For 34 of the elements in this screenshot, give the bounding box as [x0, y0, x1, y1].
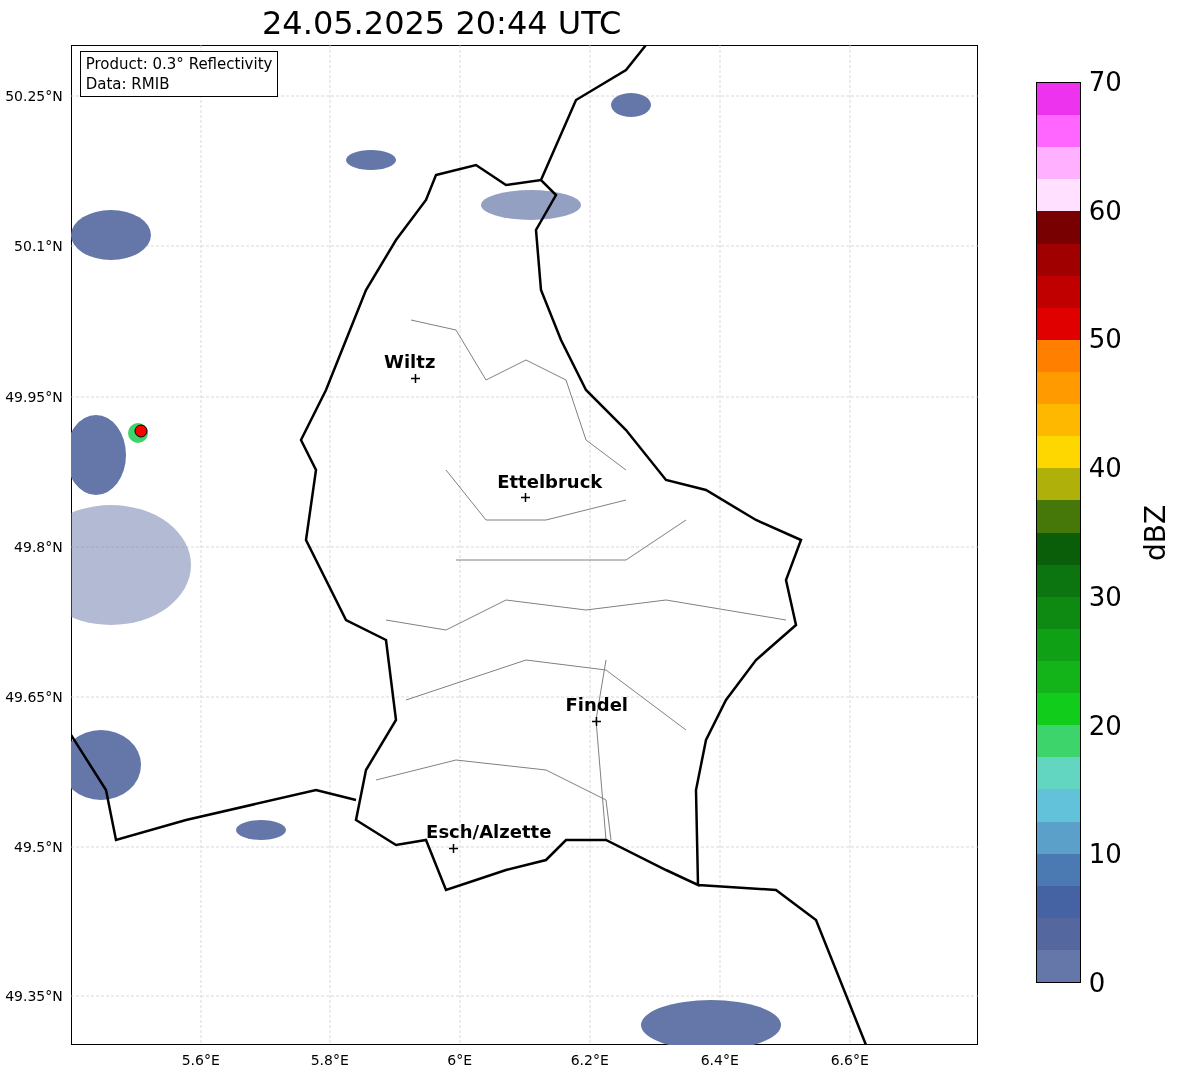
longitude-label: 5.8°E	[310, 1053, 349, 1067]
longitude-label: 6°E	[447, 1053, 473, 1067]
longitude-label: 6.6°E	[830, 1053, 869, 1067]
colorbar-tick-label: 10	[1088, 841, 1122, 868]
colorbar-tick-label: 30	[1088, 583, 1122, 610]
latitude-label: 49.35°N	[5, 989, 63, 1003]
colorbar-tick-label: 60	[1088, 197, 1122, 224]
city-marker-icon	[410, 374, 420, 383]
info-text: Data: RMIB	[85, 74, 171, 94]
city-marker-icon	[591, 717, 601, 726]
latitude-label: 49.65°N	[5, 690, 63, 704]
colorbar-tick-label: 50	[1088, 326, 1122, 353]
city-label: Findel	[565, 696, 628, 714]
longitude-label: 5.6°E	[181, 1053, 220, 1067]
city-label: Ettelbruck	[497, 473, 603, 491]
latitude-label: 50.1°N	[14, 239, 63, 253]
city-label: Wiltz	[384, 353, 436, 371]
chart-title: 24.05.2025 20:44 UTC	[262, 6, 622, 39]
colorbar-tick-label: 20	[1088, 712, 1122, 739]
colorbar-label: dBZ	[1141, 504, 1170, 561]
colorbar-tick-label: 40	[1088, 455, 1122, 482]
latitude-label: 50.25°N	[5, 89, 63, 103]
latitude-label: 49.5°N	[14, 840, 63, 854]
city-marker-icon	[520, 493, 530, 502]
longitude-label: 6.4°E	[700, 1053, 739, 1067]
city-marker-icon	[448, 844, 458, 853]
info-text: Product: 0.3° Reflectivity	[85, 54, 273, 74]
latitude-label: 49.8°N	[14, 540, 63, 554]
longitude-label: 6.2°E	[570, 1053, 609, 1067]
colorbar-tick-label: 70	[1088, 69, 1122, 95]
colorbar-tick-label: 0	[1088, 969, 1107, 996]
city-label: Esch/Alzette	[426, 823, 552, 841]
radar-site-icon	[126, 422, 149, 444]
latitude-label: 49.95°N	[5, 390, 63, 404]
